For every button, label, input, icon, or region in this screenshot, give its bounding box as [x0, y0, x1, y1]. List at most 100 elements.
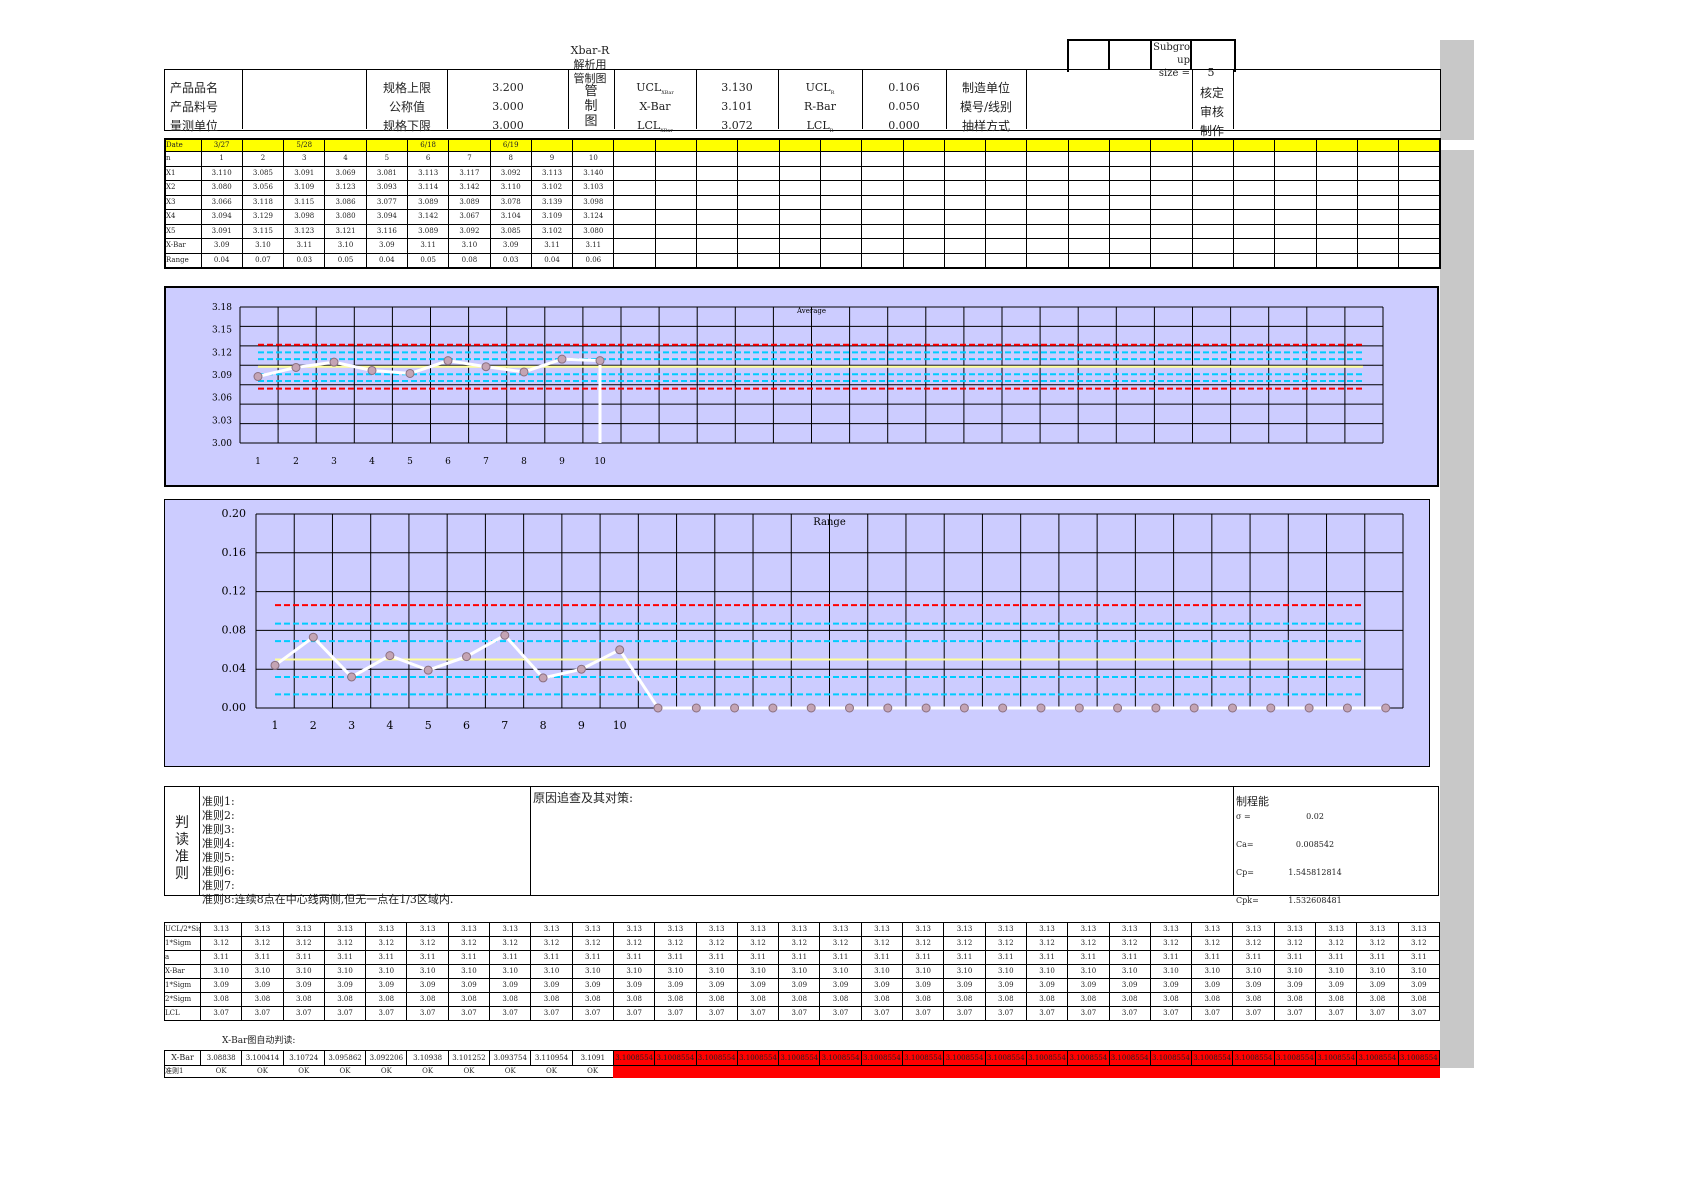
- table-cell[interactable]: 3.139: [530, 194, 574, 210]
- table-cell[interactable]: 3.13: [282, 922, 325, 937]
- table-cell[interactable]: [1398, 209, 1441, 225]
- table-cell[interactable]: 3.1008554: [1273, 1050, 1317, 1066]
- table-cell[interactable]: [654, 180, 698, 196]
- table-cell[interactable]: 3.10: [530, 964, 573, 979]
- table-cell[interactable]: [654, 165, 698, 181]
- table-cell[interactable]: 3.095862: [323, 1050, 367, 1066]
- table-cell[interactable]: 9: [530, 151, 574, 167]
- table-cell[interactable]: 3.09: [736, 978, 780, 993]
- table-cell[interactable]: 3.12: [778, 936, 821, 951]
- table-cell[interactable]: [1150, 223, 1193, 239]
- table-cell[interactable]: 3.121: [324, 223, 367, 239]
- table-cell[interactable]: [1356, 223, 1400, 239]
- table-cell[interactable]: 3.08: [571, 992, 614, 1007]
- table-cell[interactable]: [1191, 165, 1234, 181]
- table-cell[interactable]: [1109, 209, 1152, 225]
- table-cell[interactable]: [1232, 151, 1276, 167]
- table-cell[interactable]: 3.09: [1315, 978, 1358, 993]
- table-cell[interactable]: [861, 223, 904, 239]
- table-cell[interactable]: 3.08: [1067, 992, 1110, 1007]
- table-cell[interactable]: 3.08: [1356, 992, 1399, 1007]
- table-cell[interactable]: [984, 1065, 1027, 1078]
- table-cell[interactable]: 3.13: [199, 922, 243, 937]
- table-cell[interactable]: 3.07: [695, 1006, 738, 1021]
- table-cell[interactable]: OK: [324, 1066, 365, 1078]
- table-cell[interactable]: [943, 1065, 986, 1078]
- table-cell[interactable]: 3.08: [1397, 992, 1440, 1007]
- table-cell[interactable]: [1067, 238, 1111, 254]
- table-cell[interactable]: [696, 209, 739, 225]
- table-cell[interactable]: 3.07: [1232, 1006, 1275, 1021]
- table-cell[interactable]: 6: [406, 151, 450, 167]
- table-cell[interactable]: 3.08: [1108, 992, 1151, 1007]
- table-cell[interactable]: 3.07: [1025, 1006, 1069, 1021]
- table-cell[interactable]: 3.08: [489, 992, 532, 1007]
- table-cell[interactable]: 1: [200, 151, 243, 167]
- table-cell[interactable]: 3.07: [902, 1006, 945, 1021]
- table-cell[interactable]: 3.11: [902, 950, 945, 965]
- table-cell[interactable]: 3.11: [1397, 950, 1440, 965]
- table-cell[interactable]: 3.13: [778, 922, 821, 937]
- table-cell[interactable]: 3.1008554: [860, 1050, 904, 1066]
- table-cell[interactable]: 3.10: [654, 964, 697, 979]
- table-cell[interactable]: 3.08: [612, 992, 656, 1007]
- table-cell[interactable]: 3.12: [819, 936, 862, 951]
- table-cell[interactable]: 3.12: [943, 936, 986, 951]
- table-cell[interactable]: 3.13: [1067, 922, 1110, 937]
- table-cell[interactable]: 3.1008554: [1025, 1050, 1069, 1066]
- table-cell[interactable]: [654, 238, 698, 254]
- table-cell[interactable]: 3.098: [283, 209, 326, 225]
- table-cell[interactable]: [943, 223, 987, 239]
- table-cell[interactable]: 3.07: [241, 1006, 284, 1021]
- table-cell[interactable]: [1191, 1065, 1234, 1078]
- table-cell[interactable]: [778, 252, 821, 268]
- table-cell[interactable]: 3.101252: [447, 1050, 491, 1066]
- table-cell[interactable]: [1356, 252, 1400, 268]
- table-cell[interactable]: 3.11: [819, 950, 862, 965]
- table-cell[interactable]: 3.094: [365, 209, 408, 225]
- table-cell[interactable]: [1398, 252, 1441, 268]
- table-cell[interactable]: 3.09: [943, 978, 986, 993]
- table-cell[interactable]: [943, 138, 987, 152]
- table-cell[interactable]: [241, 138, 285, 152]
- table-cell[interactable]: 3.080: [200, 180, 243, 196]
- table-cell[interactable]: 3.09: [1356, 978, 1399, 993]
- table-cell[interactable]: 3.09: [200, 238, 243, 254]
- table-cell[interactable]: [654, 138, 698, 152]
- table-cell[interactable]: [943, 165, 987, 181]
- table-cell[interactable]: [943, 194, 987, 210]
- table-cell[interactable]: [324, 138, 367, 152]
- table-cell[interactable]: 10: [572, 151, 615, 167]
- table-cell[interactable]: 3.10: [1397, 964, 1440, 979]
- table-cell[interactable]: 3.13: [1108, 922, 1151, 937]
- table-cell[interactable]: 3.089: [406, 194, 450, 210]
- table-cell[interactable]: 3.1008554: [1108, 1050, 1151, 1066]
- table-cell[interactable]: 3.12: [736, 936, 780, 951]
- table-cell[interactable]: 3.09: [406, 978, 449, 993]
- table-cell[interactable]: [696, 165, 739, 181]
- table-cell[interactable]: 3.07: [282, 1006, 325, 1021]
- table-cell[interactable]: 3.13: [323, 922, 367, 937]
- table-cell[interactable]: 3.07: [819, 1006, 862, 1021]
- table-cell[interactable]: [696, 223, 739, 239]
- table-cell[interactable]: 3.10938: [406, 1050, 449, 1066]
- table-cell[interactable]: [695, 1065, 738, 1078]
- table-cell[interactable]: [943, 180, 987, 196]
- table-cell[interactable]: [902, 138, 945, 152]
- table-cell[interactable]: 0.05: [406, 252, 450, 268]
- table-cell[interactable]: 3.10: [1315, 964, 1358, 979]
- table-cell[interactable]: 3.12: [282, 936, 325, 951]
- table-cell[interactable]: [1109, 194, 1152, 210]
- table-cell[interactable]: 3.07: [984, 1006, 1027, 1021]
- table-cell[interactable]: 3.08: [1232, 992, 1275, 1007]
- table-cell[interactable]: 3.110: [200, 165, 243, 181]
- table-cell[interactable]: 6/19: [489, 138, 532, 152]
- table-cell[interactable]: 3.080: [572, 223, 615, 239]
- table-cell[interactable]: [613, 252, 656, 268]
- table-cell[interactable]: 3.09: [530, 978, 573, 993]
- table-cell[interactable]: 3.10: [241, 238, 285, 254]
- table-cell[interactable]: 3.12: [860, 936, 904, 951]
- table-cell[interactable]: [1026, 252, 1069, 268]
- table-cell[interactable]: 3.09: [1273, 978, 1317, 993]
- table-cell[interactable]: [1026, 194, 1069, 210]
